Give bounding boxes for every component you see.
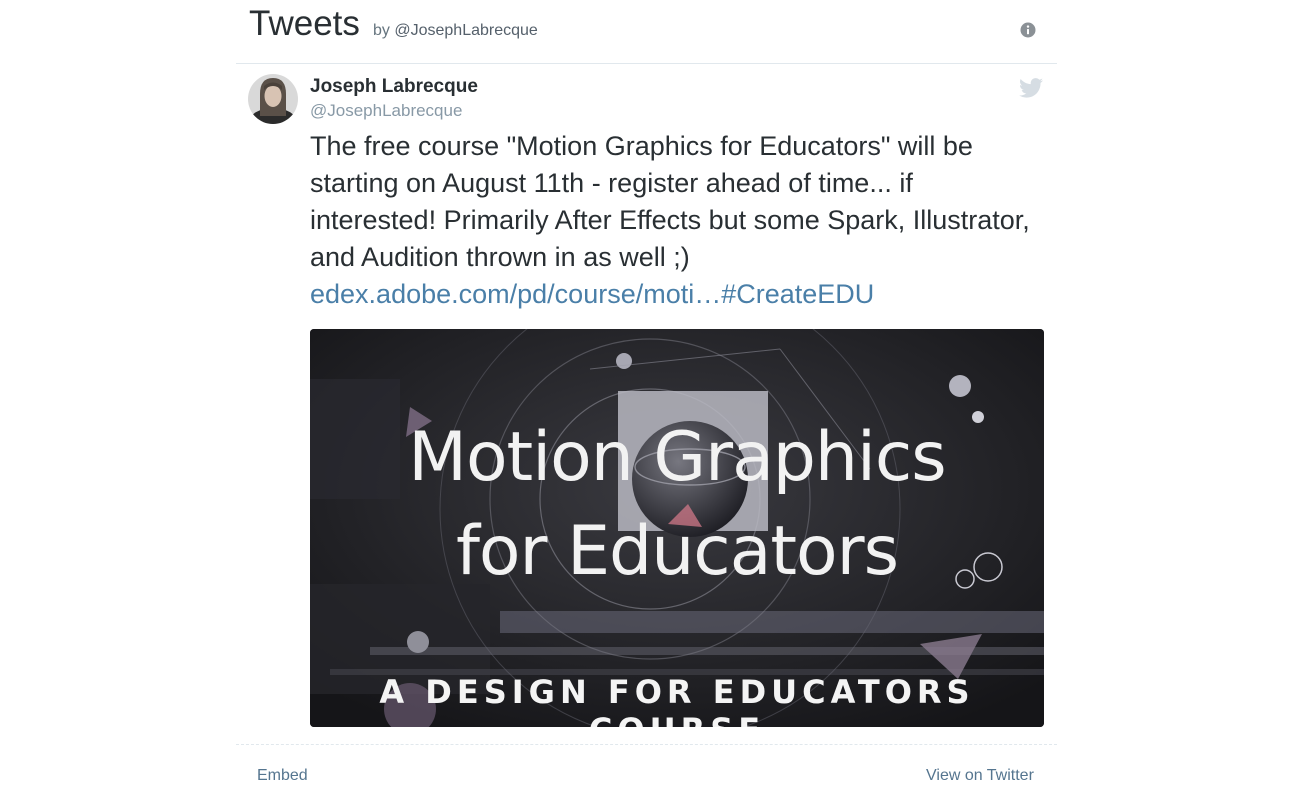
media-title-line1: Motion Graphics	[408, 418, 946, 497]
view-on-twitter-link[interactable]: View on Twitter	[926, 767, 1034, 785]
timeline-owner-handle[interactable]: @JosephLabrecque	[394, 22, 537, 39]
media-card[interactable]: Motion Graphics for Educators A DESIGN F…	[310, 329, 1044, 727]
hashtag-link[interactable]: #CreateEDU	[721, 279, 874, 309]
author-name[interactable]: Joseph Labrecque	[310, 76, 478, 98]
embed-link[interactable]: Embed	[257, 767, 308, 785]
timeline-byline: by @JosephLabrecque	[373, 22, 538, 40]
avatar[interactable]	[248, 74, 298, 124]
tweet-link[interactable]: edex.adobe.com/pd/course/moti…	[310, 279, 721, 309]
tweet[interactable]: Joseph Labrecque @JosephLabrecque The fr…	[236, 64, 1057, 745]
author-handle[interactable]: @JosephLabrecque	[310, 101, 462, 121]
timeline-header: Tweets by @JosephLabrecque	[236, 0, 1057, 64]
media-title: Motion Graphics for Educators	[310, 411, 1044, 599]
timeline-title: Tweets	[249, 4, 360, 43]
embedded-timeline: Tweets by @JosephLabrecque Joseph Labrec…	[236, 0, 1057, 795]
by-label: by	[373, 22, 390, 39]
tweet-body: The free course "Motion Graphics for Edu…	[310, 131, 1030, 272]
tweet-text: The free course "Motion Graphics for Edu…	[310, 128, 1030, 313]
info-icon[interactable]	[1020, 22, 1036, 38]
twitter-bird-icon[interactable]	[1019, 78, 1043, 98]
media-title-line2: for Educators	[455, 512, 899, 591]
media-subtitle: A DESIGN FOR EDUCATORS COURSE	[379, 673, 975, 727]
